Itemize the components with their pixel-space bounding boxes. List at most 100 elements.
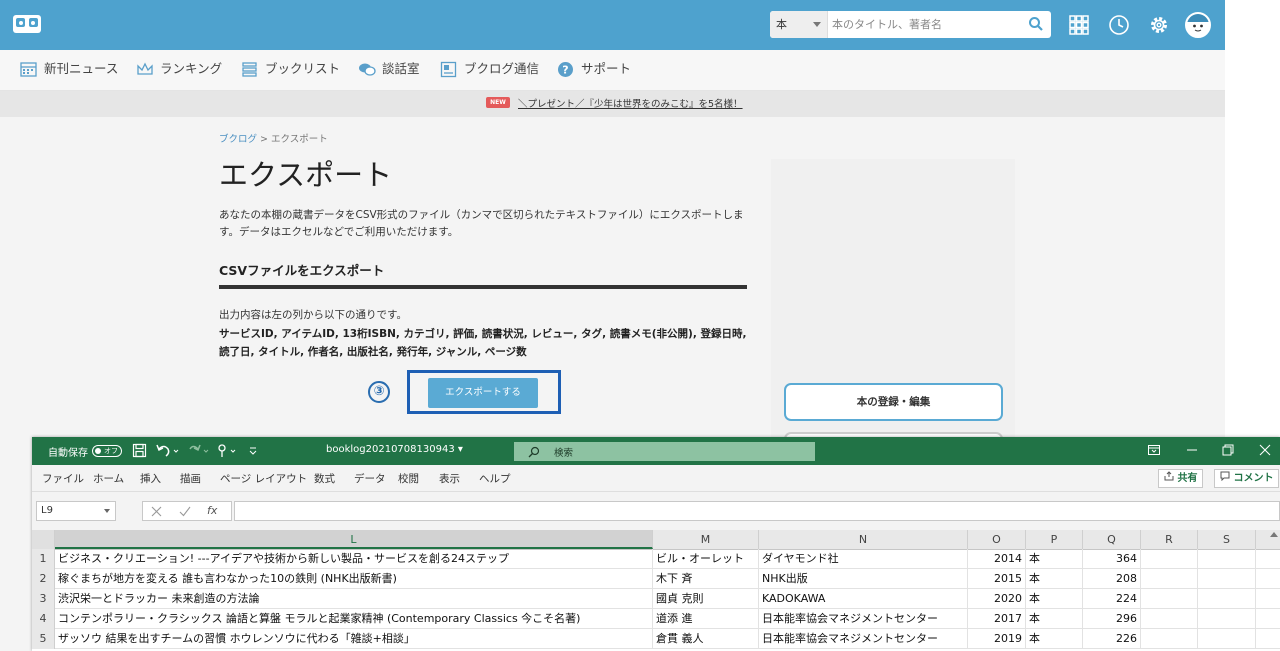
tab-home[interactable]: ホーム bbox=[93, 471, 124, 486]
tab-draw[interactable]: 描画 bbox=[180, 471, 201, 486]
select-all-corner[interactable] bbox=[32, 530, 55, 549]
nav-item-lounge[interactable]: 談話室 bbox=[358, 50, 420, 90]
cell-year[interactable]: 2020 bbox=[968, 589, 1026, 609]
column-header-Q[interactable]: Q bbox=[1083, 530, 1141, 549]
cell-empty[interactable] bbox=[1141, 589, 1198, 609]
touch-mode-icon[interactable] bbox=[216, 443, 240, 458]
nav-item-booklog-news[interactable]: ブクログ通信 bbox=[440, 50, 539, 90]
column-header-O[interactable]: O bbox=[968, 530, 1026, 549]
cell-title[interactable]: 渋沢栄一とドラッカー 未来創造の方法論 bbox=[55, 589, 653, 609]
cell-empty[interactable] bbox=[1198, 629, 1256, 649]
cell-genre[interactable]: 本 bbox=[1026, 629, 1083, 649]
redo-icon[interactable] bbox=[187, 443, 211, 458]
cell-genre[interactable]: 本 bbox=[1026, 589, 1083, 609]
cell-empty[interactable] bbox=[1141, 609, 1198, 629]
tab-view[interactable]: 表示 bbox=[439, 471, 460, 486]
cell-genre[interactable]: 本 bbox=[1026, 549, 1083, 569]
row-header[interactable]: 1 bbox=[32, 549, 55, 569]
column-header-M[interactable]: M bbox=[653, 530, 759, 549]
cancel-entry-icon[interactable] bbox=[151, 506, 162, 517]
nav-item-ranking[interactable]: ランキング bbox=[136, 50, 222, 90]
cell-title[interactable]: ザッソウ 結果を出すチームの習慣 ホウレンソウに代わる「雑談+相談」 bbox=[55, 629, 653, 649]
cell-genre[interactable]: 本 bbox=[1026, 569, 1083, 589]
gear-icon[interactable] bbox=[1148, 14, 1170, 36]
row-header[interactable]: 5 bbox=[32, 629, 55, 649]
column-header-L[interactable]: L bbox=[55, 530, 653, 549]
cell-pages[interactable]: 364 bbox=[1083, 549, 1141, 569]
comment-button[interactable]: コメント bbox=[1214, 469, 1280, 488]
minimize-icon[interactable] bbox=[1185, 443, 1199, 457]
nav-item-new-releases[interactable]: 新刊ニュース bbox=[20, 50, 118, 90]
row-header[interactable]: 3 bbox=[32, 589, 55, 609]
cell-author[interactable]: 道添 進 bbox=[653, 609, 759, 629]
close-icon[interactable] bbox=[1258, 443, 1272, 457]
column-header-R[interactable]: R bbox=[1141, 530, 1198, 549]
file-name[interactable]: booklog20210708130943 ▾ bbox=[326, 444, 463, 455]
cell-pages[interactable]: 208 bbox=[1083, 569, 1141, 589]
tab-page-layout[interactable]: ページ レイアウト bbox=[220, 471, 307, 486]
confirm-entry-icon[interactable] bbox=[179, 506, 191, 517]
row-header[interactable]: 4 bbox=[32, 609, 55, 629]
cell-publisher[interactable]: KADOKAWA bbox=[759, 589, 968, 609]
breadcrumb-home-link[interactable]: ブクログ bbox=[219, 134, 257, 145]
tab-file[interactable]: ファイル bbox=[42, 471, 84, 486]
undo-icon[interactable] bbox=[155, 443, 179, 458]
cell-title[interactable]: 稼ぐまちが地方を変える 誰も言わなかった10の鉄則 (NHK出版新書) bbox=[55, 569, 653, 589]
formula-input[interactable] bbox=[234, 501, 1280, 521]
tab-insert[interactable]: 挿入 bbox=[140, 471, 161, 486]
cell-empty[interactable] bbox=[1198, 569, 1256, 589]
autosave-toggle[interactable]: オフ bbox=[92, 445, 122, 457]
cell-title[interactable]: コンテンポラリー・クラシックス 論語と算盤 モラルと起業家精神 (Contemp… bbox=[55, 609, 653, 629]
cell-year[interactable]: 2019 bbox=[968, 629, 1026, 649]
cell-publisher[interactable]: NHK出版 bbox=[759, 569, 968, 589]
cell-empty[interactable] bbox=[1141, 569, 1198, 589]
promo-link[interactable]: ＼プレゼント／『少年は世界をのみこむ』を5名様！ bbox=[518, 96, 743, 110]
customize-toolbar-icon[interactable] bbox=[248, 443, 258, 458]
user-avatar[interactable] bbox=[1185, 12, 1211, 38]
cell-empty[interactable] bbox=[1198, 549, 1256, 569]
column-header-P[interactable]: P bbox=[1026, 530, 1083, 549]
cell-year[interactable]: 2014 bbox=[968, 549, 1026, 569]
cell-author[interactable]: ビル・オーレット bbox=[653, 549, 759, 569]
ribbon-display-icon[interactable] bbox=[1147, 443, 1161, 457]
bookshelf-grid-icon[interactable] bbox=[1068, 14, 1090, 36]
export-button[interactable]: エクスポートする bbox=[428, 378, 538, 408]
register-edit-button[interactable]: 本の登録・編集 bbox=[784, 383, 1003, 421]
cell-publisher[interactable]: 日本能率協会マネジメントセンター bbox=[759, 629, 968, 649]
cell-publisher[interactable]: ダイヤモンド社 bbox=[759, 549, 968, 569]
cell-pages[interactable]: 296 bbox=[1083, 609, 1141, 629]
tab-review[interactable]: 校閲 bbox=[398, 471, 419, 486]
cell-empty[interactable] bbox=[1198, 589, 1256, 609]
cell-author[interactable]: 國貞 克則 bbox=[653, 589, 759, 609]
insert-function-icon[interactable]: fx bbox=[207, 504, 217, 517]
cell-year[interactable]: 2015 bbox=[968, 569, 1026, 589]
clock-icon[interactable] bbox=[1108, 14, 1130, 36]
nav-item-booklist[interactable]: ブックリスト bbox=[241, 50, 340, 90]
cell-genre[interactable]: 本 bbox=[1026, 609, 1083, 629]
name-box[interactable]: L9 bbox=[36, 501, 116, 521]
row-header[interactable]: 2 bbox=[32, 569, 55, 589]
tab-help[interactable]: ヘルプ bbox=[479, 471, 511, 486]
column-header-S[interactable]: S bbox=[1198, 530, 1256, 549]
search-icon[interactable] bbox=[1028, 16, 1044, 32]
column-header-N[interactable]: N bbox=[759, 530, 968, 549]
cell-pages[interactable]: 226 bbox=[1083, 629, 1141, 649]
tab-formulas[interactable]: 数式 bbox=[314, 471, 335, 486]
share-button[interactable]: 共有 bbox=[1158, 469, 1204, 488]
tab-data[interactable]: データ bbox=[354, 471, 386, 486]
restore-icon[interactable] bbox=[1221, 443, 1235, 457]
cell-empty[interactable] bbox=[1141, 629, 1198, 649]
cell-title[interactable]: ビジネス・クリエーション! ---アイデアや技術から新しい製品・サービスを創る2… bbox=[55, 549, 653, 569]
cell-empty[interactable] bbox=[1198, 609, 1256, 629]
cell-author[interactable]: 木下 斉 bbox=[653, 569, 759, 589]
search-input[interactable] bbox=[832, 11, 1022, 38]
cell-year[interactable]: 2017 bbox=[968, 609, 1026, 629]
excel-search-box[interactable]: 検索 bbox=[514, 442, 815, 461]
cell-publisher[interactable]: 日本能率協会マネジメントセンター bbox=[759, 609, 968, 629]
cell-pages[interactable]: 224 bbox=[1083, 589, 1141, 609]
cell-author[interactable]: 倉貫 義人 bbox=[653, 629, 759, 649]
scroll-up-arrow-icon[interactable] bbox=[1270, 532, 1278, 537]
cell-empty[interactable] bbox=[1141, 549, 1198, 569]
save-icon[interactable] bbox=[132, 443, 147, 458]
booklog-logo-icon[interactable] bbox=[12, 13, 42, 35]
